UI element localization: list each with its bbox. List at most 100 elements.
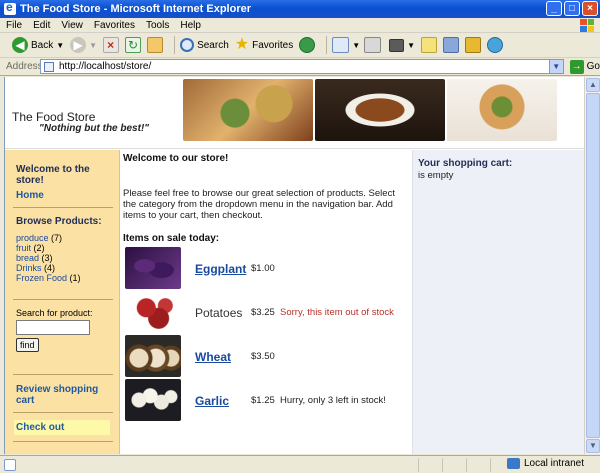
product-price: $1.25 xyxy=(251,395,275,406)
header-food-image xyxy=(447,79,557,141)
checkout-link[interactable]: Check out xyxy=(16,422,64,433)
intro-text: Please feel free to browse our great sel… xyxy=(123,188,395,221)
zone-label: Local intranet xyxy=(523,458,584,469)
category-list: produce (7) fruit (2) bread (3) Drinks (… xyxy=(16,233,112,283)
menu-help[interactable]: Help xyxy=(180,20,201,31)
scroll-down-icon[interactable]: ▼ xyxy=(586,439,600,453)
site-slogan: "Nothing but the best!" xyxy=(39,123,150,134)
back-button[interactable]: ◀ Back ▼ xyxy=(12,37,64,53)
print-icon[interactable] xyxy=(364,37,382,53)
window-title: The Food Store - Microsoft Internet Expl… xyxy=(20,3,252,15)
menu-bar: File Edit View Favorites Tools Help xyxy=(0,18,600,33)
main-content: Welcome to our store! Please feel free t… xyxy=(123,150,411,454)
maximize-button[interactable]: □ xyxy=(564,1,580,16)
address-input[interactable]: http://localhost/store/ ▼ xyxy=(40,59,564,74)
users-icon[interactable] xyxy=(487,37,504,53)
welcome-heading: Welcome to our store! xyxy=(123,153,229,164)
history-icon[interactable] xyxy=(299,37,316,53)
address-bar: Address http://localhost/store/ ▼ → Go xyxy=(0,58,600,76)
category-link-bread[interactable]: bread xyxy=(16,253,39,263)
favorites-button[interactable]: ★ Favorites xyxy=(235,37,293,53)
browser-viewport: The Food Store "Nothing but the best!" W… xyxy=(4,77,584,454)
category-link-produce[interactable]: produce xyxy=(16,233,49,243)
chevron-down-icon[interactable]: ▼ xyxy=(407,41,415,50)
menu-view[interactable]: View xyxy=(61,20,83,31)
eggplant-image[interactable] xyxy=(125,247,181,289)
header-food-image xyxy=(315,79,445,141)
nav-welcome: Welcome to the store! xyxy=(16,164,90,186)
edit-icon[interactable] xyxy=(389,38,405,52)
chevron-down-icon: ▼ xyxy=(56,40,65,50)
minimize-button[interactable]: _ xyxy=(546,1,562,16)
search-label: Search for product: xyxy=(16,308,93,318)
product-link-garlic[interactable]: Garlic xyxy=(195,394,229,408)
product-name-potatoes: Potatoes xyxy=(195,306,243,320)
product-row: Potatoes $3.25 Sorry, this item out of s… xyxy=(125,291,411,335)
search-button[interactable]: Search xyxy=(180,38,229,52)
cart-heading: Your shopping cart: xyxy=(418,158,513,169)
ie-icon xyxy=(4,0,16,15)
search-input[interactable] xyxy=(16,320,90,335)
menu-favorites[interactable]: Favorites xyxy=(94,20,135,31)
out-of-stock-message: Sorry, this item out of stock xyxy=(280,307,394,318)
category-item: Drinks (4) xyxy=(16,263,56,273)
sale-heading: Items on sale today: xyxy=(123,233,220,244)
product-price: $3.25 xyxy=(251,307,275,318)
toolbar: ◀ Back ▼ ▶ ▼ × ↻ Search ★ Favorites ▼ ▼ xyxy=(0,33,600,58)
chevron-down-icon[interactable]: ▼ xyxy=(548,60,563,73)
vertical-scrollbar[interactable]: ▲ ▼ xyxy=(584,77,600,454)
mail-icon[interactable] xyxy=(332,37,350,53)
checkout-box: Check out xyxy=(14,420,110,435)
messenger-icon[interactable] xyxy=(465,37,482,53)
page-icon xyxy=(44,62,54,72)
category-item: produce (7) xyxy=(16,233,63,243)
product-row: Garlic $1.25 Hurry, only 3 left in stock… xyxy=(125,379,411,423)
potatoes-image xyxy=(125,291,181,333)
category-link-drinks[interactable]: Drinks xyxy=(16,263,42,273)
category-item: bread (3) xyxy=(16,253,53,263)
category-item: fruit (2) xyxy=(16,243,45,253)
product-row: Wheat $3.50 xyxy=(125,335,411,379)
forward-button[interactable]: ▶ ▼ xyxy=(70,37,97,53)
menu-tools[interactable]: Tools xyxy=(146,20,169,31)
category-link-frozen-food[interactable]: Frozen Food xyxy=(16,273,67,283)
product-price: $1.00 xyxy=(251,263,275,274)
chevron-down-icon: ▼ xyxy=(89,40,98,50)
left-navigation: Welcome to the store! Home Browse Produc… xyxy=(5,150,120,454)
product-link-eggplant[interactable]: Eggplant xyxy=(195,262,246,276)
status-bar: Local intranet xyxy=(0,455,600,473)
category-item: Frozen Food (1) xyxy=(16,273,81,283)
review-cart-link[interactable]: Review shopping cart xyxy=(16,384,112,406)
home-icon[interactable] xyxy=(147,37,164,53)
garlic-image[interactable] xyxy=(125,379,181,421)
address-url: http://localhost/store/ xyxy=(59,61,152,72)
close-button[interactable]: × xyxy=(582,1,598,16)
title-bar: The Food Store - Microsoft Internet Expl… xyxy=(0,0,600,18)
go-button[interactable]: → Go xyxy=(569,59,600,74)
home-link[interactable]: Home xyxy=(16,190,112,201)
menu-file[interactable]: File xyxy=(6,20,22,31)
windows-logo-icon xyxy=(580,19,594,32)
search-icon xyxy=(180,38,195,52)
address-label: Address xyxy=(6,61,43,72)
scroll-up-icon[interactable]: ▲ xyxy=(586,78,600,92)
refresh-icon[interactable]: ↻ xyxy=(125,37,142,53)
find-button[interactable]: find xyxy=(16,338,39,352)
stop-icon[interactable]: × xyxy=(103,37,120,53)
back-arrow-icon: ◀ xyxy=(12,37,28,53)
menu-edit[interactable]: Edit xyxy=(33,20,50,31)
note-icon[interactable] xyxy=(421,37,438,53)
forward-arrow-icon: ▶ xyxy=(70,37,87,53)
site-title: The Food Store xyxy=(12,110,96,124)
product-link-wheat[interactable]: Wheat xyxy=(195,350,231,364)
site-header: The Food Store "Nothing but the best!" xyxy=(5,77,584,149)
product-row: Eggplant $1.00 xyxy=(125,247,411,291)
wheat-image[interactable] xyxy=(125,335,181,377)
go-arrow-icon: → xyxy=(569,59,584,74)
category-link-fruit[interactable]: fruit xyxy=(16,243,31,253)
browse-heading: Browse Products: xyxy=(16,216,102,227)
research-icon[interactable] xyxy=(443,37,460,53)
chevron-down-icon[interactable]: ▼ xyxy=(352,41,360,50)
header-food-image xyxy=(183,79,313,141)
scroll-thumb[interactable] xyxy=(586,93,600,438)
